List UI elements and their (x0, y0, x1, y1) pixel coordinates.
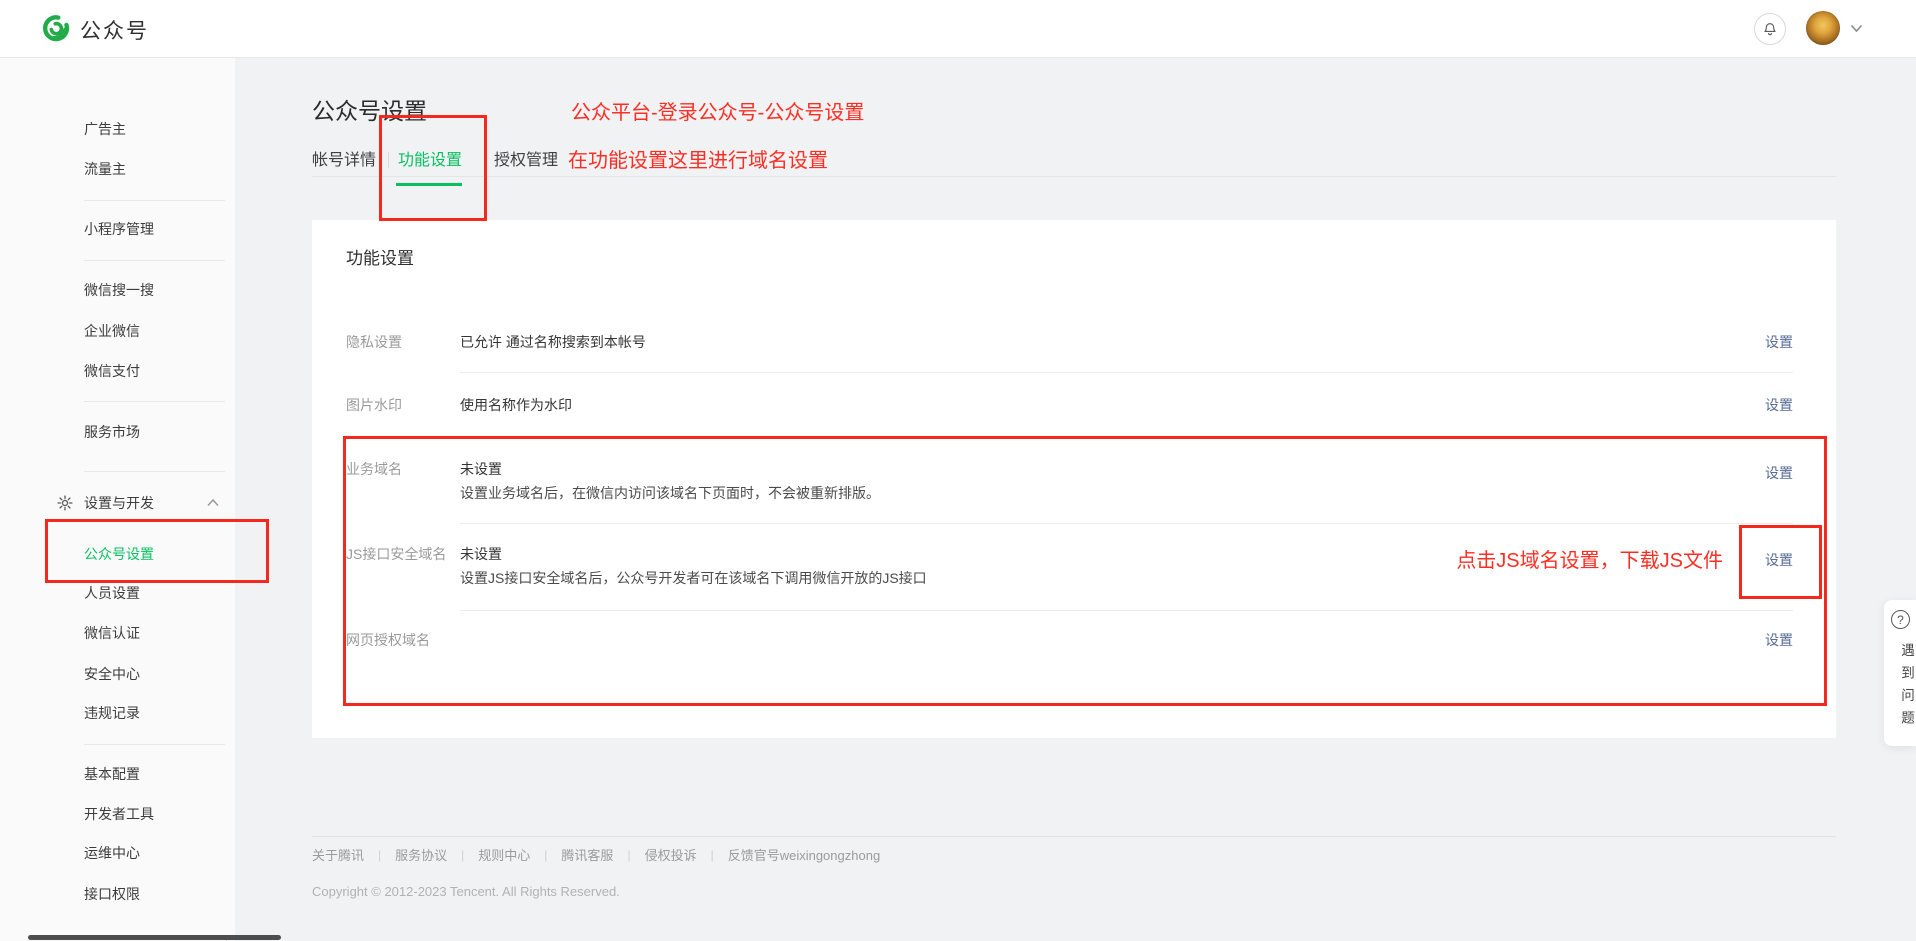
js-domain-settings-link[interactable]: 设置 (1765, 550, 1793, 570)
divider (84, 260, 225, 261)
row-value-privacy: 已允许 通过名称搜索到本帐号 (460, 332, 646, 352)
bell-icon (1762, 21, 1778, 37)
official-account-logo-icon (42, 14, 70, 42)
help-widget[interactable]: ? 遇到问题 (1884, 600, 1916, 746)
chevron-up-icon[interactable] (206, 498, 220, 507)
footer-link-feedback[interactable]: 反馈官号weixingongzhong (728, 845, 880, 864)
footer-separator: | (627, 848, 630, 862)
sidebar-item-wepay[interactable]: 微信支付 (84, 361, 140, 381)
row-label-webauth-domain: 网页授权域名 (346, 630, 430, 650)
notification-bell-button[interactable] (1754, 13, 1786, 45)
sidebar-item-basic-config[interactable]: 基本配置 (84, 764, 140, 784)
footer-links: 关于腾讯 | 服务协议 | 规则中心 | 腾讯客服 | 侵权投诉 | 反馈官号w… (312, 845, 880, 864)
logo-text: 公众号 (80, 15, 149, 45)
divider (84, 744, 225, 745)
sidebar-item-miniprogram[interactable]: 小程序管理 (84, 219, 154, 239)
row-label-js-domain: JS接口安全域名 (346, 544, 446, 564)
divider (460, 610, 1793, 611)
watermark-settings-link[interactable]: 设置 (1765, 395, 1793, 415)
annotation-box-sidebar (45, 519, 269, 583)
copyright-text: Copyright © 2012-2023 Tencent. All Right… (312, 884, 620, 899)
footer-separator: | (378, 848, 381, 862)
sidebar-item-dev-tools[interactable]: 开发者工具 (84, 804, 154, 824)
sidebar-item-api-permission[interactable]: 接口权限 (84, 884, 140, 904)
card-heading: 功能设置 (346, 244, 414, 269)
divider (312, 836, 1836, 837)
tab-account-details[interactable]: 帐号详情 (312, 150, 376, 172)
annotation-platform-path: 公众平台-登录公众号-公众号设置 (571, 96, 864, 125)
row-label-privacy: 隐私设置 (346, 332, 402, 352)
divider (460, 523, 1793, 524)
chevron-down-icon[interactable] (1850, 24, 1863, 33)
active-tab-underline (396, 183, 462, 186)
webauth-domain-settings-link[interactable]: 设置 (1765, 630, 1793, 650)
sidebar-item-verification[interactable]: 微信认证 (84, 623, 140, 643)
sidebar-item-security-center[interactable]: 安全中心 (84, 664, 140, 684)
sidebar-section-settings-dev[interactable]: 设置与开发 (84, 493, 154, 513)
sidebar-item-wecom[interactable]: 企业微信 (84, 321, 140, 341)
question-icon: ? (1891, 610, 1910, 629)
sidebar-item-violation-record[interactable]: 违规记录 (84, 703, 140, 723)
row-value-js-domain: 未设置 (460, 544, 502, 564)
row-desc-js-domain: 设置JS接口安全域名后，公众号开发者可在该域名下调用微信开放的JS接口 (460, 568, 927, 588)
footer-link-about[interactable]: 关于腾讯 (312, 845, 364, 864)
horizontal-scrollbar[interactable] (28, 935, 281, 940)
annotation-tab-hint: 在功能设置这里进行域名设置 (568, 144, 828, 173)
divider (84, 471, 225, 472)
footer-link-rules[interactable]: 规则中心 (478, 845, 530, 864)
row-value-watermark: 使用名称作为水印 (460, 395, 572, 415)
sidebar-item-advertiser[interactable]: 广告主 (84, 119, 126, 139)
row-value-business-domain: 未设置 (460, 459, 502, 479)
sidebar-item-search[interactable]: 微信搜一搜 (84, 280, 154, 300)
footer-separator: | (544, 848, 547, 862)
footer-link-terms[interactable]: 服务协议 (395, 845, 447, 864)
sidebar-item-traffic[interactable]: 流量主 (84, 159, 126, 179)
sidebar-item-service-market[interactable]: 服务市场 (84, 422, 140, 442)
avatar[interactable] (1806, 11, 1840, 45)
sidebar-item-ops-center[interactable]: 运维中心 (84, 843, 140, 863)
divider (388, 152, 389, 168)
sidebar-item-staff[interactable]: 人员设置 (84, 583, 140, 603)
divider (312, 176, 1836, 177)
business-domain-settings-link[interactable]: 设置 (1765, 463, 1793, 483)
row-label-watermark: 图片水印 (346, 395, 402, 415)
row-label-business-domain: 业务域名 (346, 459, 402, 479)
footer-separator: | (461, 848, 464, 862)
divider (484, 152, 485, 168)
annotation-js-hint: 点击JS域名设置，下载JS文件 (1332, 544, 1723, 573)
row-desc-business-domain: 设置业务域名后，在微信内访问该域名下页面时，不会被重新排版。 (460, 483, 880, 503)
footer-separator: | (711, 848, 714, 862)
footer-link-complaint[interactable]: 侵权投诉 (645, 845, 697, 864)
divider (460, 372, 1793, 373)
page: 公众号 广告主 流量主 小程序管理 微信搜一搜 企业微信 微信支付 服务市场 设… (0, 0, 1916, 941)
sidebar: 广告主 流量主 小程序管理 微信搜一搜 企业微信 微信支付 服务市场 设置与开发… (0, 57, 235, 941)
page-title: 公众号设置 (312, 92, 427, 126)
tab-function-settings[interactable]: 功能设置 (398, 150, 462, 172)
function-settings-card: 功能设置 隐私设置 已允许 通过名称搜索到本帐号 设置 图片水印 使用名称作为水… (312, 220, 1836, 738)
divider (84, 200, 225, 201)
gear-icon (56, 494, 74, 512)
footer-link-support[interactable]: 腾讯客服 (561, 845, 613, 864)
divider (84, 401, 225, 402)
tab-authorization[interactable]: 授权管理 (494, 150, 558, 172)
privacy-settings-link[interactable]: 设置 (1765, 332, 1793, 352)
help-widget-label: 遇到问题 (1884, 636, 1916, 740)
top-header: 公众号 (0, 0, 1916, 58)
